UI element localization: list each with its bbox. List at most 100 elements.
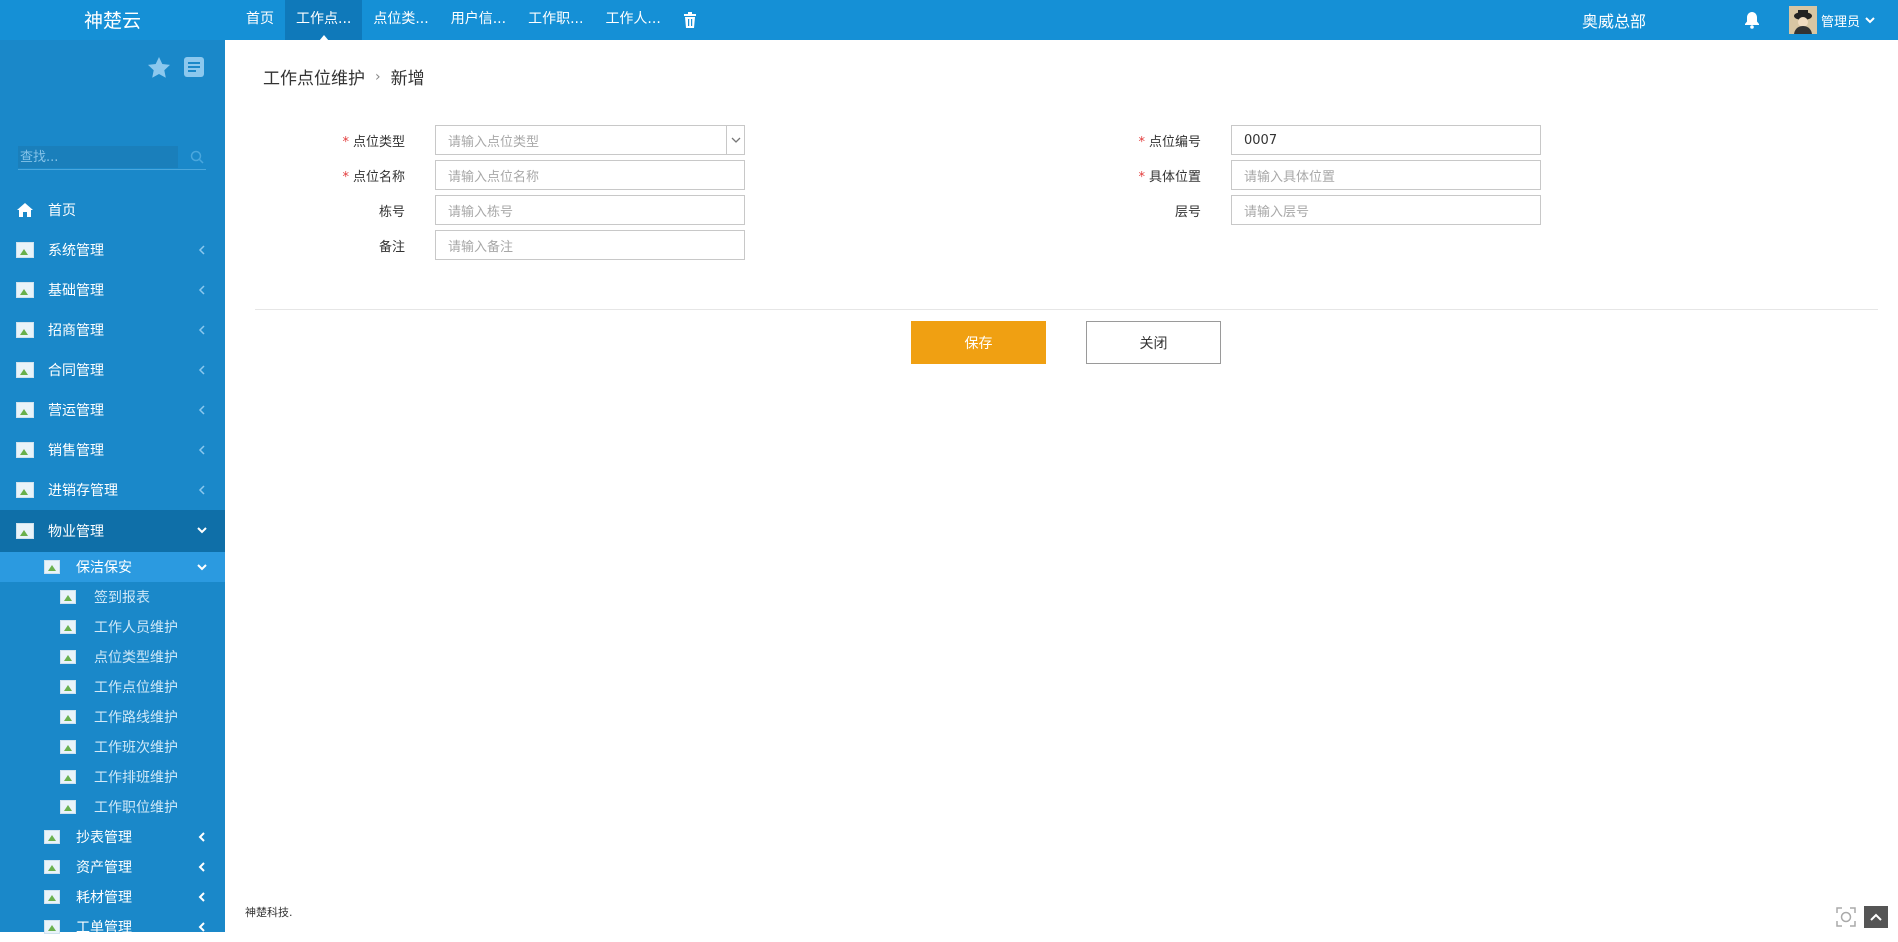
- sidebar-leaf-checkin-report[interactable]: 签到报表: [0, 582, 225, 612]
- floor-input[interactable]: 请输入层号: [1231, 195, 1541, 225]
- chevron-left-icon: [198, 365, 205, 375]
- label-text: 点位编号: [1148, 134, 1201, 150]
- sidebar-leaf-scheduling[interactable]: 工作排班维护: [0, 762, 225, 792]
- sidebar-item-operations[interactable]: 营运管理: [0, 390, 225, 430]
- sidebar-leaf-point-type[interactable]: 点位类型维护: [0, 642, 225, 672]
- remark-input[interactable]: 请输入备注: [435, 230, 745, 260]
- breadcrumb-parent[interactable]: 工作点位维护: [263, 64, 365, 89]
- broken-image-icon: [60, 800, 76, 814]
- broken-image-icon: [60, 620, 76, 634]
- sidebar-leaf-label: 工作职位维护: [94, 800, 178, 816]
- building-input[interactable]: 请输入栋号: [435, 195, 745, 225]
- building-placeholder: 请输入栋号: [448, 204, 514, 220]
- point-code-input[interactable]: 0007: [1231, 125, 1541, 155]
- search-icon[interactable]: [190, 150, 204, 164]
- sidebar-sub-assets[interactable]: 资产管理: [0, 852, 225, 882]
- row-point-code: * 点位编号 0007: [1061, 125, 1541, 155]
- home-icon: [17, 203, 33, 217]
- sidebar-sub-work-orders[interactable]: 工单管理: [0, 912, 225, 942]
- broken-image-icon: [16, 482, 34, 498]
- user-menu[interactable]: 管理员: [1789, 6, 1876, 34]
- sidebar-item-basic[interactable]: 基础管理: [0, 270, 225, 310]
- point-type-select[interactable]: 请输入点位类型: [435, 125, 745, 155]
- sidebar-item-property[interactable]: 物业管理: [0, 510, 225, 552]
- required-mark: *: [342, 134, 349, 150]
- sidebar-item-contract[interactable]: 合同管理: [0, 350, 225, 390]
- sidebar-item-label: 基础管理: [48, 283, 104, 299]
- tab-worker[interactable]: 工作人...: [594, 0, 671, 40]
- sidebar-leaf-label: 签到报表: [94, 590, 150, 606]
- broken-image-icon: [16, 282, 34, 298]
- sidebar-sub-cleaning-security[interactable]: 保洁保安: [0, 552, 225, 582]
- star-icon[interactable]: [147, 56, 171, 80]
- label-text: 备注: [378, 239, 405, 255]
- label-text: 具体位置: [1148, 169, 1201, 185]
- chevron-left-icon: [198, 892, 205, 902]
- tab-home[interactable]: 首页: [235, 0, 285, 40]
- broken-image-icon: [44, 830, 60, 844]
- sidebar-sub-label: 保洁保安: [76, 560, 132, 576]
- required-mark: *: [1138, 134, 1145, 150]
- chevron-down-icon[interactable]: [726, 126, 744, 154]
- chevron-left-icon: [198, 922, 205, 932]
- sidebar-sub-meter-reading[interactable]: 抄表管理: [0, 822, 225, 852]
- point-code-value: 0007: [1244, 132, 1278, 148]
- save-button[interactable]: 保存: [911, 321, 1046, 364]
- sidebar-sub-consumables[interactable]: 耗材管理: [0, 882, 225, 912]
- broken-image-icon: [60, 740, 76, 754]
- sidebar-item-inventory[interactable]: 进销存管理: [0, 470, 225, 510]
- sidebar-leaf-work-position[interactable]: 工作职位维护: [0, 792, 225, 822]
- chevron-down-icon: [197, 564, 207, 571]
- scroll-top-icon[interactable]: [1864, 906, 1888, 928]
- tab-point-type[interactable]: 点位类...: [362, 0, 439, 40]
- required-mark: *: [342, 169, 349, 185]
- org-name[interactable]: 奥威总部: [1582, 0, 1646, 40]
- tab-user-info[interactable]: 用户信...: [440, 0, 517, 40]
- brand-logo[interactable]: 神楚云: [0, 0, 225, 40]
- sidebar-leaf-work-point[interactable]: 工作点位维护: [0, 672, 225, 702]
- broken-image-icon: [16, 442, 34, 458]
- sidebar-item-home[interactable]: 首页: [0, 190, 225, 230]
- top-bar: 神楚云 首页 工作点... 点位类... 用户信... 工作职... 工作人..…: [0, 0, 1898, 41]
- point-name-placeholder: 请输入点位名称: [448, 169, 540, 185]
- main-content: 工作点位维护 › 新增 * 点位类型 请输入点位类型 * 点位名称 请输入点位名称 …: [225, 40, 1898, 932]
- row-location: * 具体位置 请输入具体位置: [1061, 160, 1541, 190]
- sidebar-leaf-work-shift[interactable]: 工作班次维护: [0, 732, 225, 762]
- broken-image-icon: [16, 402, 34, 418]
- broken-image-icon: [16, 322, 34, 338]
- close-button[interactable]: 关闭: [1086, 321, 1221, 364]
- sidebar-leaf-label: 工作路线维护: [94, 710, 178, 726]
- row-floor: 层号 请输入层号: [1061, 195, 1541, 225]
- trash-icon[interactable]: [672, 0, 708, 40]
- location-input[interactable]: 请输入具体位置: [1231, 160, 1541, 190]
- chevron-left-icon: [198, 405, 205, 415]
- point-name-input[interactable]: 请输入点位名称: [435, 160, 745, 190]
- search-input[interactable]: [18, 146, 178, 168]
- tab-work-point[interactable]: 工作点...: [285, 0, 363, 41]
- sidebar-item-label: 销售管理: [48, 443, 104, 459]
- form-divider: [255, 309, 1878, 310]
- label-text: 层号: [1174, 204, 1201, 220]
- sidebar-leaf-worker[interactable]: 工作人员维护: [0, 612, 225, 642]
- label-text: 栋号: [378, 204, 405, 220]
- point-name-label: * 点位名称: [265, 166, 435, 185]
- broken-image-icon: [60, 680, 76, 694]
- chevron-down-icon: [197, 527, 207, 534]
- bell-icon[interactable]: [1743, 11, 1761, 29]
- sidebar-item-sales[interactable]: 销售管理: [0, 430, 225, 470]
- fullscreen-icon[interactable]: [1834, 906, 1858, 928]
- sidebar-leaf-work-route[interactable]: 工作路线维护: [0, 702, 225, 732]
- broken-image-icon: [44, 560, 60, 574]
- required-mark: *: [1138, 169, 1145, 185]
- sidebar-item-leasing[interactable]: 招商管理: [0, 310, 225, 350]
- remark-label: 备注: [265, 236, 435, 255]
- sidebar-item-label: 系统管理: [48, 243, 104, 259]
- chevron-left-icon: [198, 325, 205, 335]
- broken-image-icon: [16, 362, 34, 378]
- tab-work-position[interactable]: 工作职...: [517, 0, 594, 40]
- sidebar-item-system[interactable]: 系统管理: [0, 230, 225, 270]
- location-placeholder: 请输入具体位置: [1244, 169, 1336, 185]
- broken-image-icon: [60, 590, 76, 604]
- sidebar-search: [18, 146, 206, 170]
- notes-icon[interactable]: [183, 56, 205, 78]
